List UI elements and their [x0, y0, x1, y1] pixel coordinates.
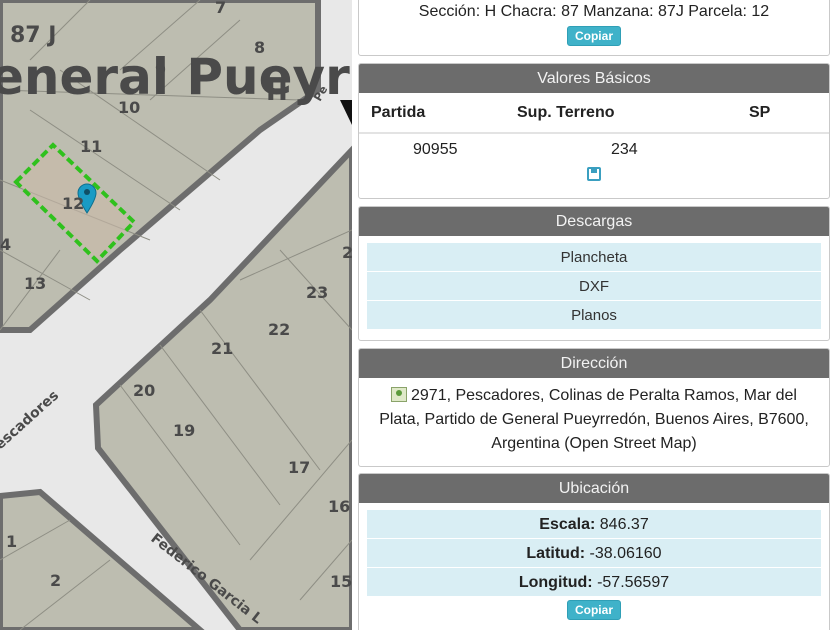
lot-number: 1 — [6, 532, 17, 551]
longitud-label: Longitud: — [518, 574, 593, 591]
lot-number: 9 — [155, 60, 166, 79]
escala-value: 846.37 — [599, 516, 649, 533]
latitud-value: -38.06160 — [589, 545, 662, 562]
escala-row: Escala: 846.37 — [367, 510, 821, 539]
valores-title: Valores Básicos — [359, 64, 829, 93]
lot-number: 15 — [330, 572, 352, 591]
download-dxf-link[interactable]: DXF — [367, 272, 821, 301]
section-card: Sección: H Chacra: 87 Manzana: 87J Parce… — [358, 0, 830, 56]
lot-number: 21 — [211, 339, 233, 358]
latitud-label: Latitud: — [526, 545, 586, 562]
latitud-row: Latitud: -38.06160 — [367, 539, 821, 568]
copy-section-button[interactable]: Copiar — [566, 26, 621, 46]
address-line-2: Plata, Partido de General Pueyrredón, Bu… — [379, 411, 809, 428]
download-plancheta-link[interactable]: Plancheta — [367, 243, 821, 272]
direccion-card: Dirección 2971, Pescadores, Colinas de P… — [358, 348, 830, 467]
cadastral-map[interactable]: eneral Pueyr H 87 J Pe 7 8 9 10 11 12 13… — [0, 0, 352, 630]
lot-number: 2 — [342, 243, 352, 262]
address-text: 2971, Pescadores, Colinas de Peralta Ram… — [359, 378, 829, 462]
lot-number: 19 — [173, 421, 195, 440]
column-header-superficie: Sup. Terreno — [517, 103, 615, 121]
address-line-3: Argentina (Open Street Map) — [491, 435, 697, 452]
column-header-sp: SP — [749, 103, 771, 121]
map-icon[interactable] — [391, 387, 407, 402]
address-line-1: 2971, Pescadores, Colinas de Peralta Ram… — [411, 387, 797, 404]
download-planos-link[interactable]: Planos — [367, 301, 821, 330]
floppy-icon[interactable] — [587, 167, 601, 181]
table-row: 90955 234 — [359, 132, 829, 165]
lot-number: 11 — [80, 137, 102, 156]
lot-number: 16 — [328, 497, 350, 516]
map-section-letter: H — [266, 77, 288, 107]
lot-number: 20 — [133, 381, 155, 400]
lot-number: 23 — [306, 283, 328, 302]
lot-number: 12 — [62, 194, 84, 213]
valores-card: Valores Básicos Partida Sup. Terreno SP … — [358, 63, 830, 199]
ubicacion-title: Ubicación — [359, 474, 829, 503]
lot-number: 4 — [0, 235, 11, 254]
partida-value: 90955 — [359, 132, 499, 165]
ubicacion-card: Ubicación Escala: 846.37 Latitud: -38.06… — [358, 473, 830, 630]
lot-number: 7 — [215, 0, 226, 17]
lot-number: 17 — [288, 458, 310, 477]
section-text: Sección: H Chacra: 87 Manzana: 87J Parce… — [418, 3, 770, 20]
descargas-title: Descargas — [359, 207, 829, 236]
lot-number: 8 — [254, 38, 265, 57]
valores-table: Partida Sup. Terreno SP 90955 234 — [359, 93, 829, 165]
column-header-partida: Partida — [371, 103, 426, 121]
lot-number: 10 — [118, 98, 140, 117]
sp-value — [749, 132, 829, 165]
lot-number: 2 — [50, 571, 61, 590]
longitud-row: Longitud: -57.56597 — [367, 568, 821, 597]
lot-number: 13 — [24, 274, 46, 293]
descargas-card: Descargas Plancheta DXF Planos — [358, 206, 830, 341]
longitud-value: -57.56597 — [597, 574, 670, 591]
info-panel: Sección: H Chacra: 87 Manzana: 87J Parce… — [352, 0, 840, 630]
map-title: eneral Pueyr — [0, 48, 350, 106]
lot-number: 22 — [268, 320, 290, 339]
direccion-title: Dirección — [359, 349, 829, 378]
map-block-label: 87 J — [10, 23, 56, 48]
escala-label: Escala: — [539, 516, 596, 533]
superficie-value: 234 — [499, 132, 749, 165]
copy-location-button[interactable]: Copiar — [566, 600, 621, 620]
